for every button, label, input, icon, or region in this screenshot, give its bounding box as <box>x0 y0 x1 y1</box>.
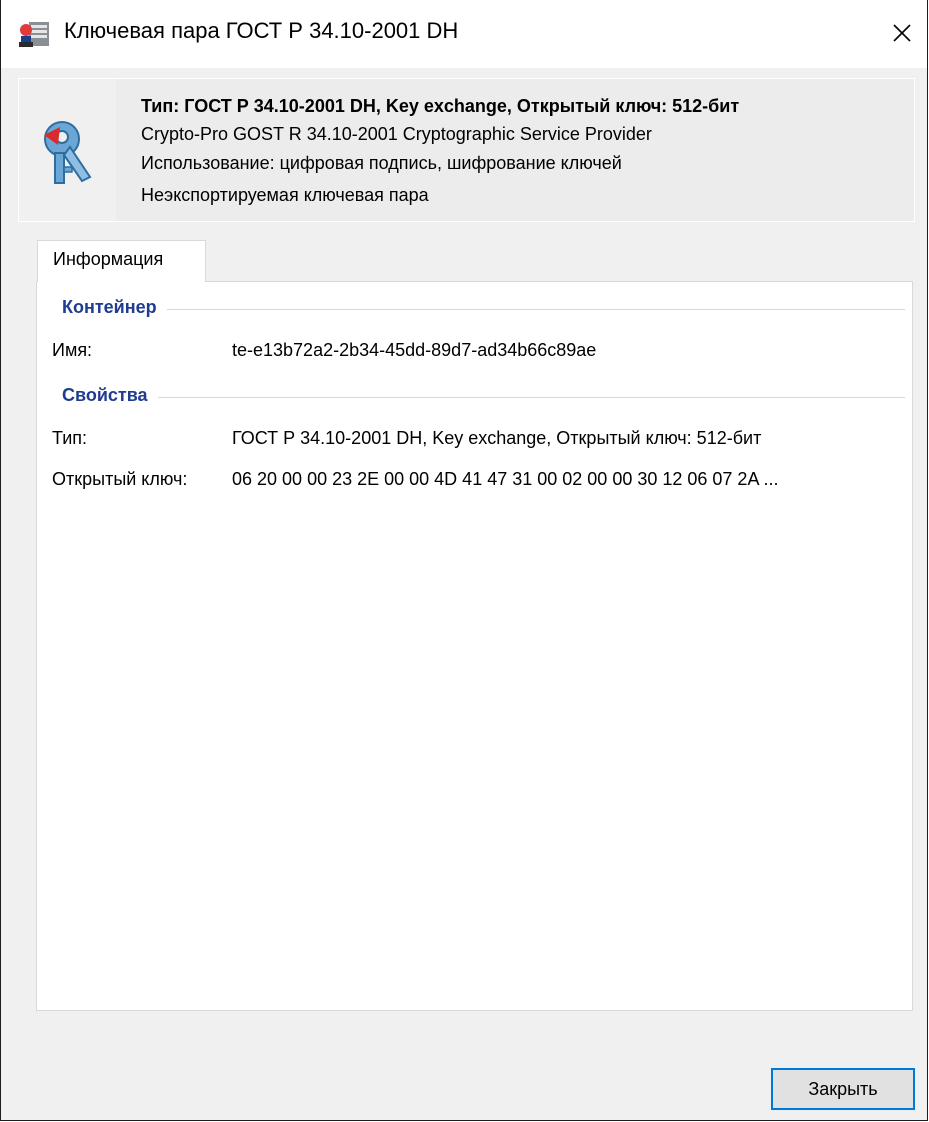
tab-content-panel <box>36 281 913 1011</box>
container-section-heading: Контейнер <box>62 297 167 318</box>
tab-information[interactable]: Информация <box>37 240 206 282</box>
property-type-label: Тип: <box>52 428 88 448</box>
container-name-label: Имя: <box>52 340 93 360</box>
window-title: Ключевая пара ГОСТ Р 34.10-2001 DH <box>64 18 459 43</box>
tab-information-label: Информация <box>53 249 164 269</box>
container-name-value: te-e13b72a2-2b34-45dd-89d7-ad34b66c89ae <box>232 340 597 360</box>
summary-usage-line: Использование: цифровая подпись, шифрова… <box>141 153 622 173</box>
certificate-keys-icon <box>19 22 49 47</box>
summary-export-line: Неэкспортируемая ключевая пара <box>141 185 429 205</box>
container-section-divider <box>62 309 905 310</box>
properties-section-heading: Свойства <box>62 385 158 406</box>
property-pubkey-value: 06 20 00 00 23 2E 00 00 4D 41 47 31 00 0… <box>232 469 779 489</box>
close-icon <box>893 24 911 42</box>
property-type-value: ГОСТ Р 34.10-2001 DH, Key exchange, Откр… <box>232 428 762 448</box>
window-close-button[interactable] <box>877 8 927 58</box>
properties-section-divider <box>62 397 905 398</box>
summary-type-line: Тип: ГОСТ Р 34.10-2001 DH, Key exchange,… <box>141 96 740 116</box>
summary-panel: Тип: ГОСТ Р 34.10-2001 DH, Key exchange,… <box>18 78 915 222</box>
close-button[interactable]: Закрыть <box>771 1068 915 1110</box>
title-bar: Ключевая пара ГОСТ Р 34.10-2001 DH <box>1 0 927 68</box>
property-pubkey-label: Открытый ключ: <box>52 469 188 489</box>
key-pair-icon <box>44 121 92 184</box>
key-pair-dialog: Ключевая пара ГОСТ Р 34.10-2001 DH Тип: … <box>0 0 928 1121</box>
summary-provider-line: Crypto-Pro GOST R 34.10-2001 Cryptograph… <box>141 124 652 144</box>
